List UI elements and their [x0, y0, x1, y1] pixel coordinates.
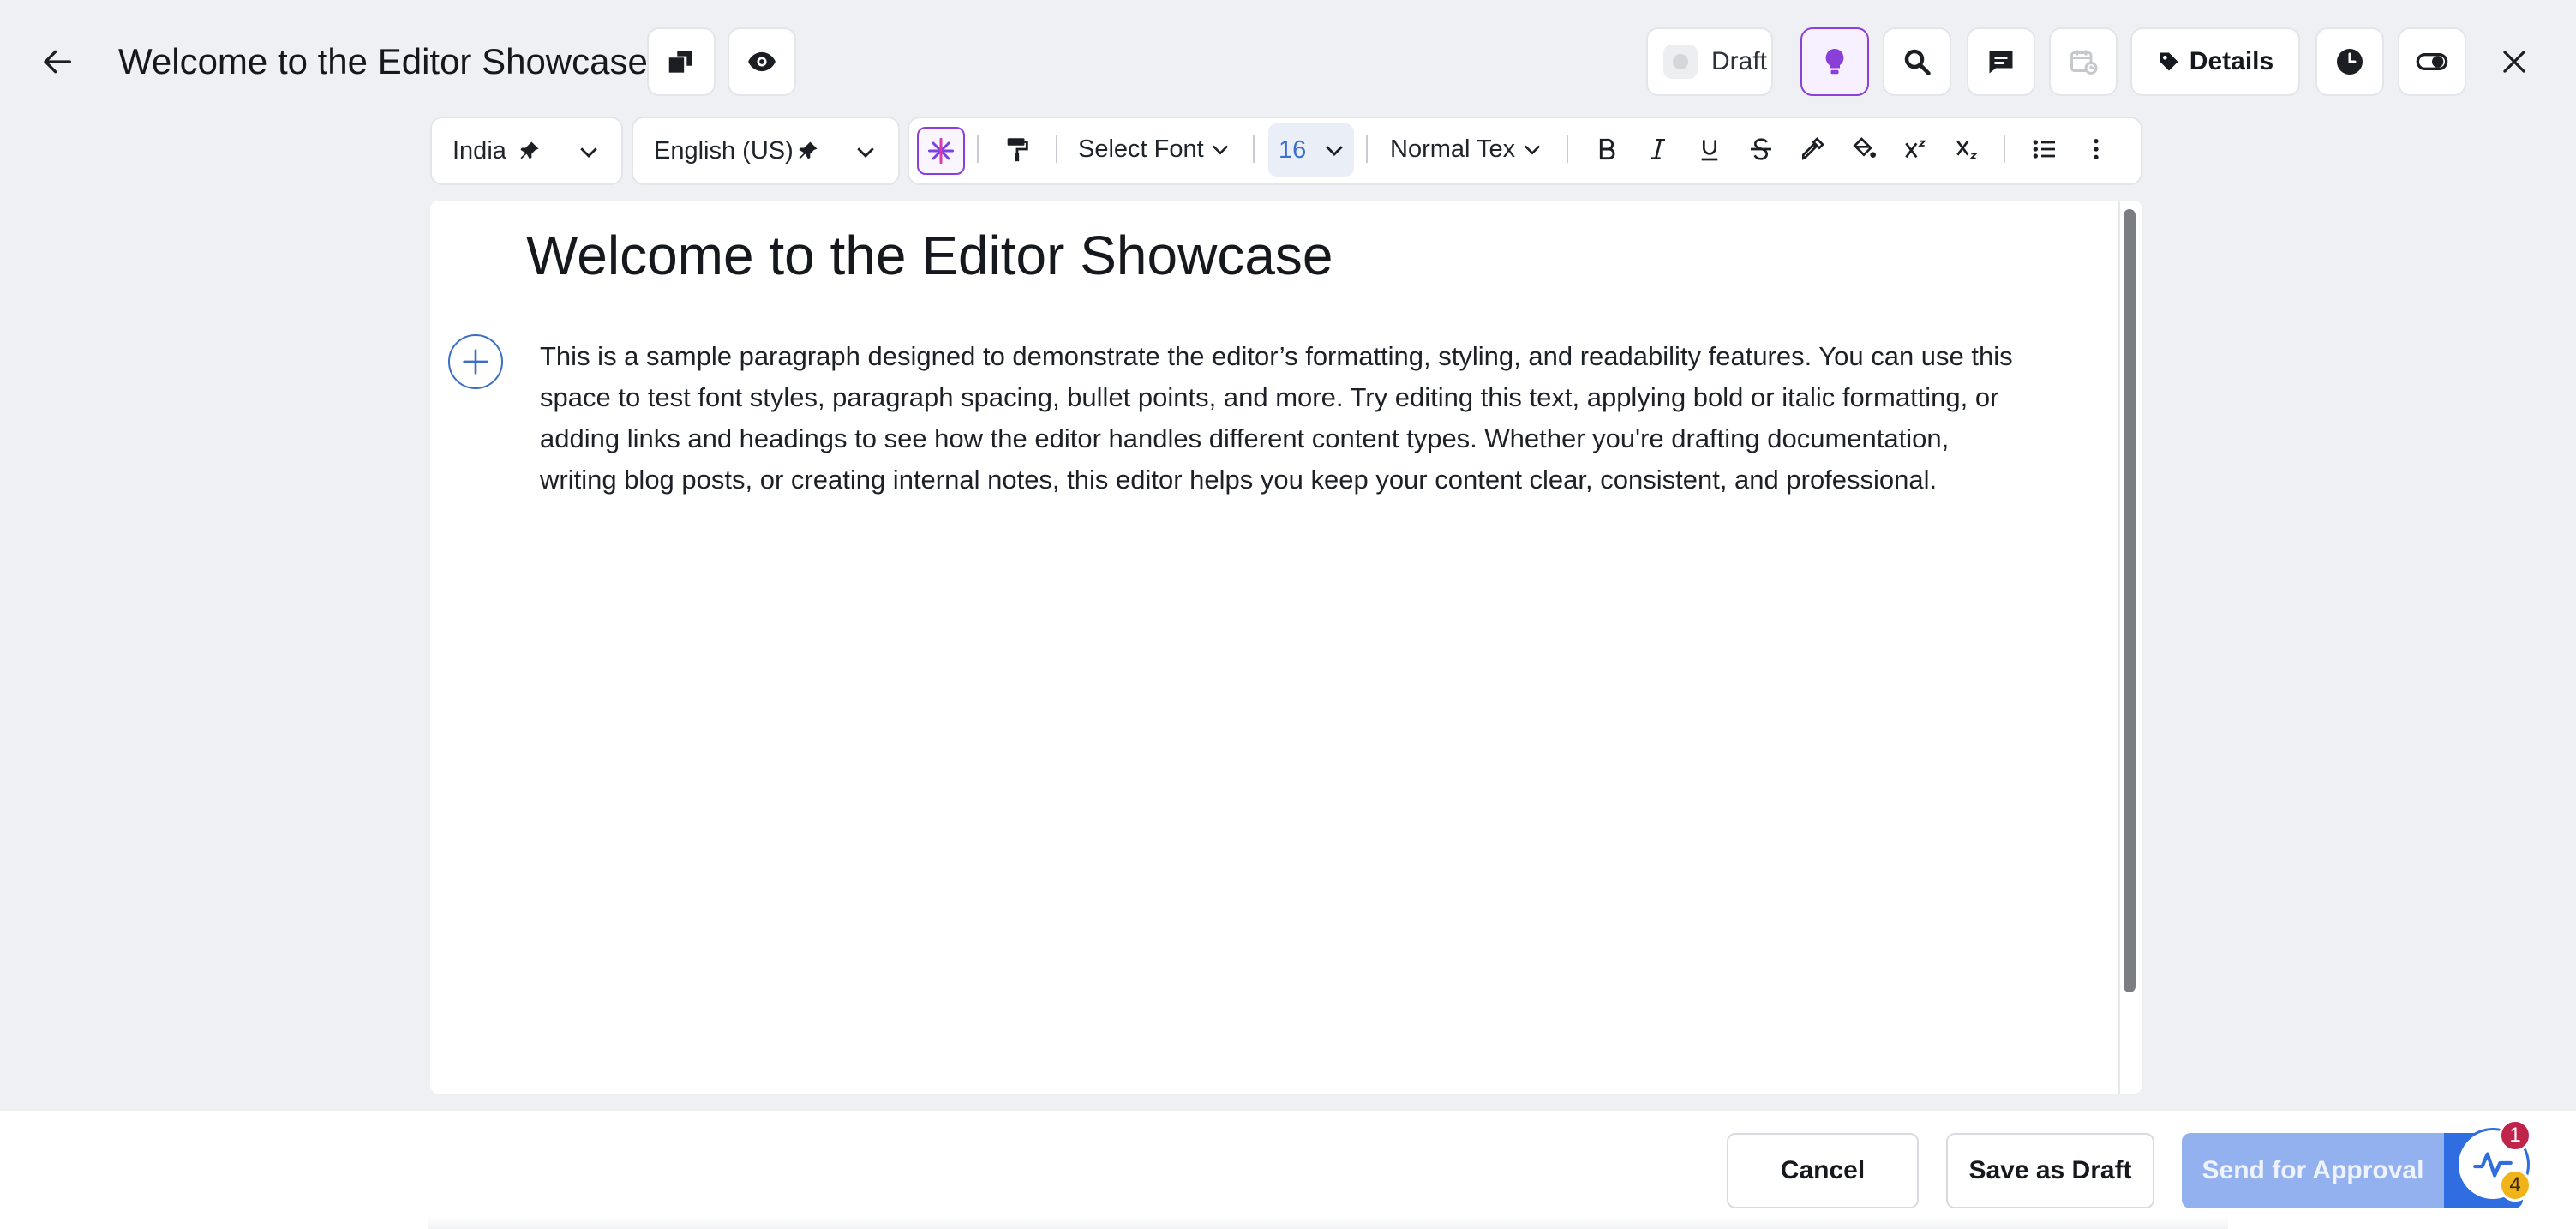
underline-icon: [1701, 140, 1718, 161]
status-dot-icon: [1663, 45, 1698, 79]
superscript-button[interactable]: [1895, 129, 1936, 170]
text-style-select[interactable]: Normal Tex: [1390, 129, 1548, 170]
link-color-button[interactable]: [1792, 129, 1833, 170]
save-as-draft-button[interactable]: Save as Draft: [1946, 1133, 2154, 1208]
back-arrow-icon[interactable]: [38, 41, 79, 82]
details-button[interactable]: Details: [2130, 27, 2300, 96]
plus-icon: [463, 349, 488, 375]
bold-icon: [1599, 138, 1615, 160]
subscript-icon: [1956, 140, 1978, 159]
italic-icon: [1651, 139, 1665, 159]
scrollbar-track: [2118, 201, 2120, 1094]
details-label: Details: [2189, 47, 2274, 75]
country-select[interactable]: India: [430, 117, 623, 185]
chevron-down-icon: [857, 147, 874, 158]
eyedropper-icon: [1802, 137, 1824, 160]
pin-icon: [799, 141, 818, 159]
document-paragraph[interactable]: This is a sample paragraph designed to d…: [540, 336, 2014, 501]
font-size-value: 16: [1279, 136, 1307, 164]
more-vertical-icon: [2094, 139, 2099, 159]
text-style-label: Normal Tex: [1390, 135, 1516, 163]
search-icon: [1904, 49, 1931, 75]
scrollbar-thumb[interactable]: [2124, 209, 2136, 992]
tag-icon: [2160, 52, 2178, 71]
document-heading[interactable]: Welcome to the Editor Showcase: [526, 221, 1333, 290]
superscript-icon: [1905, 140, 1926, 159]
highlight-button[interactable]: [1843, 129, 1884, 170]
history-button[interactable]: [2315, 27, 2384, 96]
chevron-down-icon: [1326, 146, 1343, 156]
ai-assist-button[interactable]: [917, 127, 965, 175]
font-family-label: Select Font: [1078, 135, 1204, 163]
chevron-down-icon: [580, 147, 597, 158]
underline-button[interactable]: [1689, 129, 1730, 170]
list-icon: [2033, 140, 2055, 159]
ai-suggestions-button[interactable]: [1800, 27, 1869, 96]
bold-button[interactable]: [1586, 129, 1627, 170]
comment-icon: [1989, 51, 2013, 74]
bullet-list-button[interactable]: [2024, 129, 2065, 170]
chevron-down-icon: [1524, 145, 1541, 155]
editor-canvas[interactable]: [430, 201, 2142, 1094]
cancel-button[interactable]: Cancel: [1727, 1133, 1919, 1208]
language-label: English (US): [654, 137, 794, 165]
sparkle-icon: [928, 138, 954, 164]
status-badge: Draft: [1646, 27, 1773, 96]
calendar-clock-icon: [2070, 50, 2098, 75]
status-label: Draft: [1711, 47, 1768, 75]
swap-variants-icon: [668, 51, 692, 73]
footer-shadow: [428, 1217, 2228, 1229]
paint-roller-icon: [1007, 138, 1028, 162]
country-label: India: [452, 137, 506, 165]
strikethrough-button[interactable]: [1740, 129, 1782, 170]
pin-icon: [520, 141, 539, 159]
comments-button[interactable]: [1967, 27, 2035, 96]
subscript-button[interactable]: [1946, 129, 1987, 170]
notification-badge-red: 1: [2499, 1119, 2531, 1152]
add-block-button[interactable]: [448, 334, 503, 389]
italic-button[interactable]: [1638, 129, 1679, 170]
font-family-select[interactable]: Select Font: [1078, 129, 1232, 170]
strikethrough-icon: [1751, 138, 1771, 160]
schedule-button[interactable]: [2049, 27, 2118, 96]
clock-icon: [2337, 49, 2363, 75]
language-select[interactable]: English (US): [632, 117, 900, 185]
page-title: Welcome to the Editor Showcase: [118, 41, 648, 81]
variants-button[interactable]: [647, 27, 716, 96]
toggle-view-button[interactable]: [2398, 27, 2466, 96]
toggle-icon: [2416, 53, 2448, 70]
paint-bucket-icon: [1853, 137, 1876, 158]
eye-icon: [748, 51, 776, 72]
format-painter-button[interactable]: [997, 129, 1038, 170]
preview-button[interactable]: [728, 27, 796, 96]
more-options-button[interactable]: [2076, 129, 2117, 170]
close-icon[interactable]: [2494, 41, 2535, 82]
notification-badge-yellow: 4: [2499, 1169, 2531, 1202]
font-size-select[interactable]: 16: [1268, 123, 1354, 177]
send-for-approval-button[interactable]: Send for Approval: [2182, 1133, 2444, 1208]
chevron-down-icon: [1212, 145, 1229, 155]
lightbulb-icon: [1825, 49, 1844, 75]
search-button[interactable]: [1883, 27, 1951, 96]
